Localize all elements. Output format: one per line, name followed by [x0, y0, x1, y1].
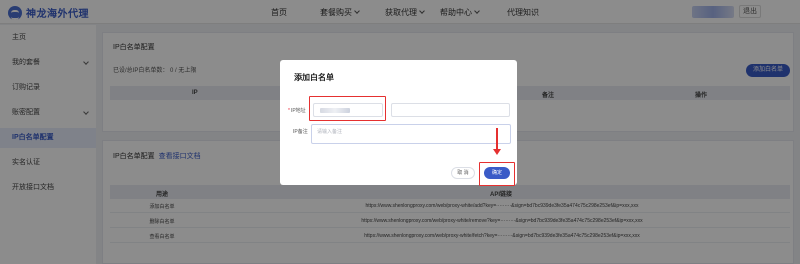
ip-note-placeholder: 请输入备注 [317, 129, 343, 135]
highlight-box-ip-input [309, 96, 386, 121]
dialog-title: 添加白名单 [294, 73, 334, 82]
ip-note-textarea[interactable]: 请输入备注 [311, 124, 511, 144]
ip-note-label: IP备注 [293, 129, 308, 135]
arrow-down-icon [493, 149, 501, 155]
cancel-button[interactable]: 取 消 [451, 167, 475, 179]
ip-address-input-extra[interactable] [391, 103, 510, 117]
highlight-box-confirm [479, 162, 515, 186]
arrow-line [496, 128, 498, 150]
ip-address-label: *IP地址 [288, 108, 306, 114]
